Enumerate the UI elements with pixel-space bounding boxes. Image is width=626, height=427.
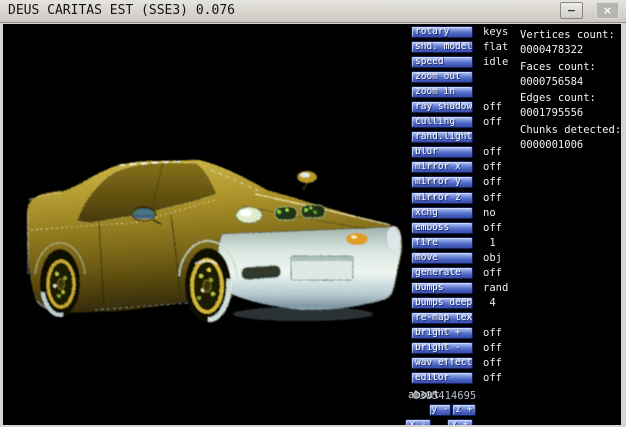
control-button-xchg[interactable]: xchg [411,207,473,219]
stat-value: 0000001006 [520,139,621,154]
viewport[interactable]: rotary keys shd. model flat speed idle zoom ou… [3,24,621,425]
control-row: bumps rand [411,282,621,294]
control-button-bright-[interactable]: bright - [411,342,473,354]
control-value: off [483,116,502,128]
car-mirror-far [297,171,317,190]
control-value: idle [483,56,508,68]
control-button-emboss[interactable]: emboss [411,222,473,234]
control-row: wav effect off [411,357,621,369]
control-value: off [483,101,502,113]
car-wheel-rear [40,249,80,317]
control-row: re-map tex [411,312,621,324]
axis-x-plus-button[interactable]: x + [447,419,473,425]
control-button-rand-light[interactable]: rand.light [411,131,473,143]
control-value: off [483,192,502,204]
control-button-re-map-tex[interactable]: re-map tex [411,312,473,324]
stats-panel: Vertices count:0000478322Faces count:000… [520,29,621,155]
control-value: off [483,267,502,279]
control-row: bumps deep 4 [411,297,621,309]
control-button-rotary[interactable]: rotary [411,26,473,38]
control-button-bumps[interactable]: bumps [411,282,473,294]
car-wheel-front [185,248,231,322]
control-row: moveobj [411,252,621,264]
control-value: obj [483,252,502,264]
control-button-mirror-y[interactable]: mirror y [411,176,473,188]
control-value: 1 [483,237,496,249]
control-value: off [483,357,502,369]
control-button-zoom-out[interactable]: zoom out [411,71,473,83]
control-button-zoom-in[interactable]: zoom in [411,86,473,98]
control-button-culling[interactable]: culling [411,116,473,128]
control-row: mirror x off [411,161,621,173]
control-button-wav-effect[interactable]: wav effect [411,357,473,369]
control-row: bright + off [411,327,621,339]
control-row: emboss off [411,222,621,234]
control-row: xchgno [411,207,621,219]
control-value: off [483,372,502,384]
control-row: fire 1 [411,237,621,249]
stat-label: Edges count: [520,92,621,107]
close-button[interactable]: × [596,2,619,19]
control-value: off [483,222,502,234]
titlebar[interactable]: DEUS CARITAS EST (SSE3) 0.076 − × [0,0,626,23]
stat-value: 0000478322 [520,44,621,59]
control-button-generate[interactable]: generate [411,267,473,279]
control-value: no [483,207,496,219]
close-icon: × [603,4,612,17]
stat-label: Chunks detected: [520,124,621,139]
stat-value: 0001795556 [520,107,621,122]
control-button-bright-+[interactable]: bright + [411,327,473,339]
axis-z-plus-button[interactable]: z + [452,404,476,416]
control-value: off [483,146,502,158]
window-title: DEUS CARITAS EST (SSE3) 0.076 [8,3,235,18]
stat-label: Faces count: [520,61,621,76]
control-button-bumps-deep[interactable]: bumps deep [411,297,473,309]
control-value: flat [483,41,508,53]
control-button-speed[interactable]: speed [411,56,473,68]
control-row: mirror z off [411,192,621,204]
counter-text: 0305414695 [413,390,476,402]
minimize-icon: − [567,4,576,17]
control-value: off [483,327,502,339]
control-button-move[interactable]: move [411,252,473,264]
stat-group: Vertices count:0000478322 [520,29,621,59]
control-button-fire[interactable]: fire [411,237,473,249]
stat-group: Chunks detected:0000001006 [520,124,621,154]
control-row: bright - off [411,342,621,354]
control-row: generate off [411,267,621,279]
stat-label: Vertices count: [520,29,621,44]
axis-y-minus-button[interactable]: y - [429,404,451,416]
control-row: editor off [411,372,621,384]
control-button-ray-shadow[interactable]: ray shadow [411,101,473,113]
minimize-button[interactable]: − [560,2,583,19]
control-value: off [483,161,502,173]
control-value: rand [483,282,508,294]
car-model [27,160,402,322]
stat-group: Edges count:0001795556 [520,92,621,122]
app-window: DEUS CARITAS EST (SSE3) 0.076 − × [0,0,626,427]
control-value: off [483,342,502,354]
control-button-mirror-z[interactable]: mirror z [411,192,473,204]
stat-group: Faces count:0000756584 [520,61,621,91]
control-button-shd-model[interactable]: shd. model [411,41,473,53]
control-button-blur[interactable]: blur [411,146,473,158]
control-value: 4 [483,297,496,309]
control-row: mirror y off [411,176,621,188]
stat-value: 0000756584 [520,76,621,91]
control-value: off [483,176,502,188]
axis-x-minus-button[interactable]: x - [405,419,431,425]
control-button-mirror-x[interactable]: mirror x [411,161,473,173]
control-value: keys [483,26,508,38]
control-button-editor[interactable]: editor [411,372,473,384]
